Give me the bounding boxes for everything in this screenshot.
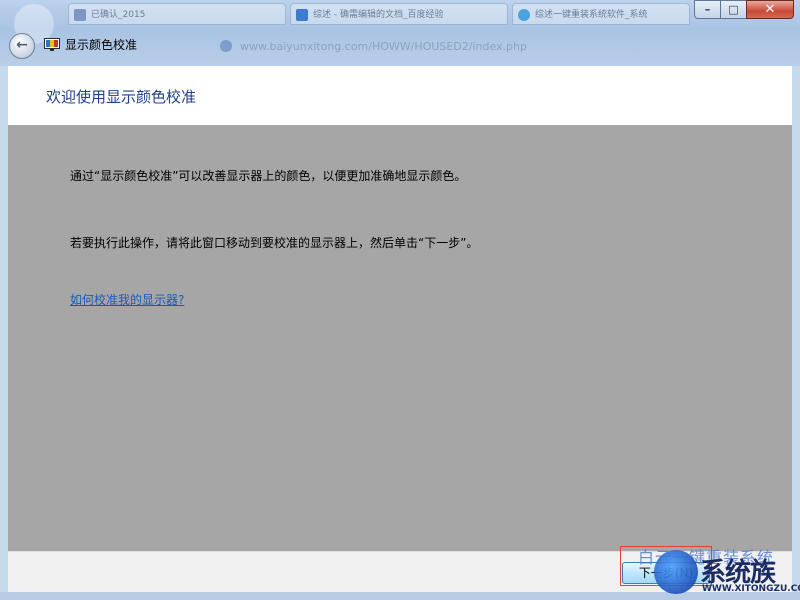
footer-panel: 下一步(N) xyxy=(8,546,792,592)
window-title: 显示颜色校准 xyxy=(65,38,138,52)
next-button[interactable]: 下一步(N) xyxy=(622,562,710,584)
minimize-button[interactable]: – xyxy=(694,0,721,19)
maximize-icon: □ xyxy=(728,3,739,16)
maximize-button[interactable]: □ xyxy=(720,0,747,19)
page-title: 欢迎使用显示颜色校准 xyxy=(46,88,197,106)
calibration-window: 已确认_2015 综述 - 确需编辑的文档_百度经验 综述一键重装系统软件_系统… xyxy=(0,0,800,600)
header-panel: 欢迎使用显示颜色校准 xyxy=(8,66,792,125)
background-tab: 已确认_2015 xyxy=(68,3,286,25)
instruction-paragraph: 若要执行此操作，请将此窗口移动到要校准的显示器上，然后单击“下一步”。 xyxy=(70,236,479,250)
close-button[interactable]: ✕ xyxy=(746,0,794,19)
tab-favicon-icon xyxy=(296,9,308,21)
back-arrow-icon: ← xyxy=(16,37,28,53)
background-browser-tabs: 已确认_2015 综述 - 确需编辑的文档_百度经验 综述一键重装系统软件_系统 xyxy=(0,0,690,28)
background-tab: 综述一键重装系统软件_系统 xyxy=(512,3,690,25)
back-button[interactable]: ← xyxy=(9,33,35,59)
minimize-icon: – xyxy=(704,3,711,16)
window-bottom-border xyxy=(0,592,800,600)
globe-icon xyxy=(220,40,232,52)
content-panel: 通过“显示颜色校准”可以改善显示器上的颜色，以便更加准确地显示颜色。 若要执行此… xyxy=(8,125,792,551)
help-link[interactable]: 如何校准我的显示器? xyxy=(70,292,184,308)
close-icon: ✕ xyxy=(764,2,776,17)
intro-paragraph: 通过“显示颜色校准”可以改善显示器上的颜色，以便更加准确地显示颜色。 xyxy=(70,169,467,183)
window-controls: – □ ✕ xyxy=(694,0,794,19)
title-bar: 已确认_2015 综述 - 确需编辑的文档_百度经验 综述一键重装系统软件_系统… xyxy=(0,0,800,66)
tab-favicon-icon xyxy=(74,9,86,21)
display-color-calibration-icon xyxy=(44,38,60,51)
background-browser-url: www.baiyunxitong.com/HOWW/HOUSED2/index.… xyxy=(150,37,620,57)
background-tab: 综述 - 确需编辑的文档_百度经验 xyxy=(290,3,508,25)
tab-favicon-icon xyxy=(518,9,530,21)
